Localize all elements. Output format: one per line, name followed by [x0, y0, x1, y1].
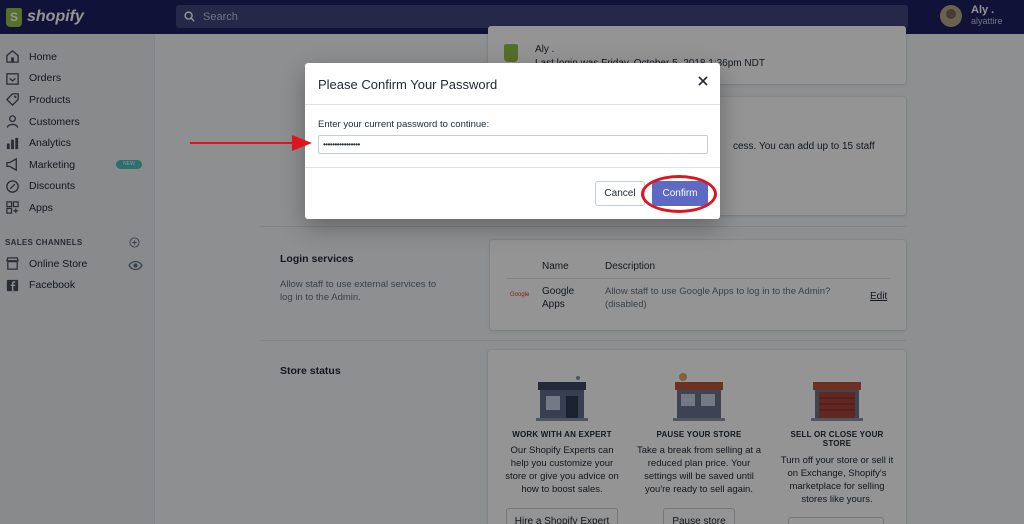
close-button[interactable] — [695, 73, 711, 89]
close-icon — [698, 76, 708, 86]
cancel-button[interactable]: Cancel — [595, 181, 645, 206]
password-label: Enter your current password to continue: — [318, 119, 490, 130]
annotation-circle — [641, 175, 717, 213]
modal-divider — [305, 104, 720, 105]
modal-title: Please Confirm Your Password — [318, 77, 498, 92]
password-input[interactable] — [318, 135, 708, 154]
modal-divider — [305, 167, 720, 168]
annotation-arrow-icon — [190, 135, 312, 151]
